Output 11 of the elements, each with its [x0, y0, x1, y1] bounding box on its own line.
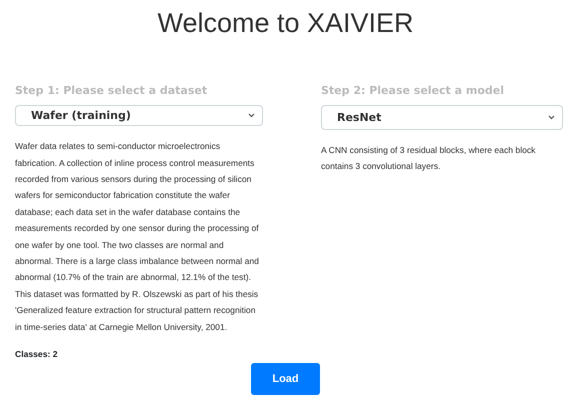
- chevron-icon: [248, 113, 255, 118]
- step-label: Step 1: Please select a dataset: [15, 84, 208, 97]
- step-label: Step 2: Please select a model: [321, 84, 506, 97]
- description: A CNN consisting of 3 residual blocks, where each block contains 3 convolutional layers.: [321, 144, 536, 174]
- model-select[interactable]: ResNet: [321, 105, 563, 130]
- chevron-icon: [548, 115, 555, 120]
- description: Wafer data relates to semi-conductor microelectronics fabrication. A collection of inline process control measurements recorded from various sensors during the processing of silicon wafers for semiconductor fabrication constitute the wafer database; each data set in the wafer database contains the measurements recorded by one sensor during the processing of one wafer by one tool. The two classes are normal and abnormal. There is a large class imbalance between normal and abnormal (10.7% of the train are abnormal, 12.1% of the test). This dataset was formatted by R. Olszewski as part of his thesis 'Generalized feature extraction for structural pattern recognition in time-series data' at Carnegie Mellon University, 2001.: [15, 140, 260, 334]
- dataset-select[interactable]: Wafer (training): [15, 105, 263, 126]
- page-title: Welcome to XAIVIER: [156, 7, 415, 40]
- load-button[interactable]: Load: [251, 363, 320, 395]
- classes-count: Classes: 2: [15, 349, 59, 359]
